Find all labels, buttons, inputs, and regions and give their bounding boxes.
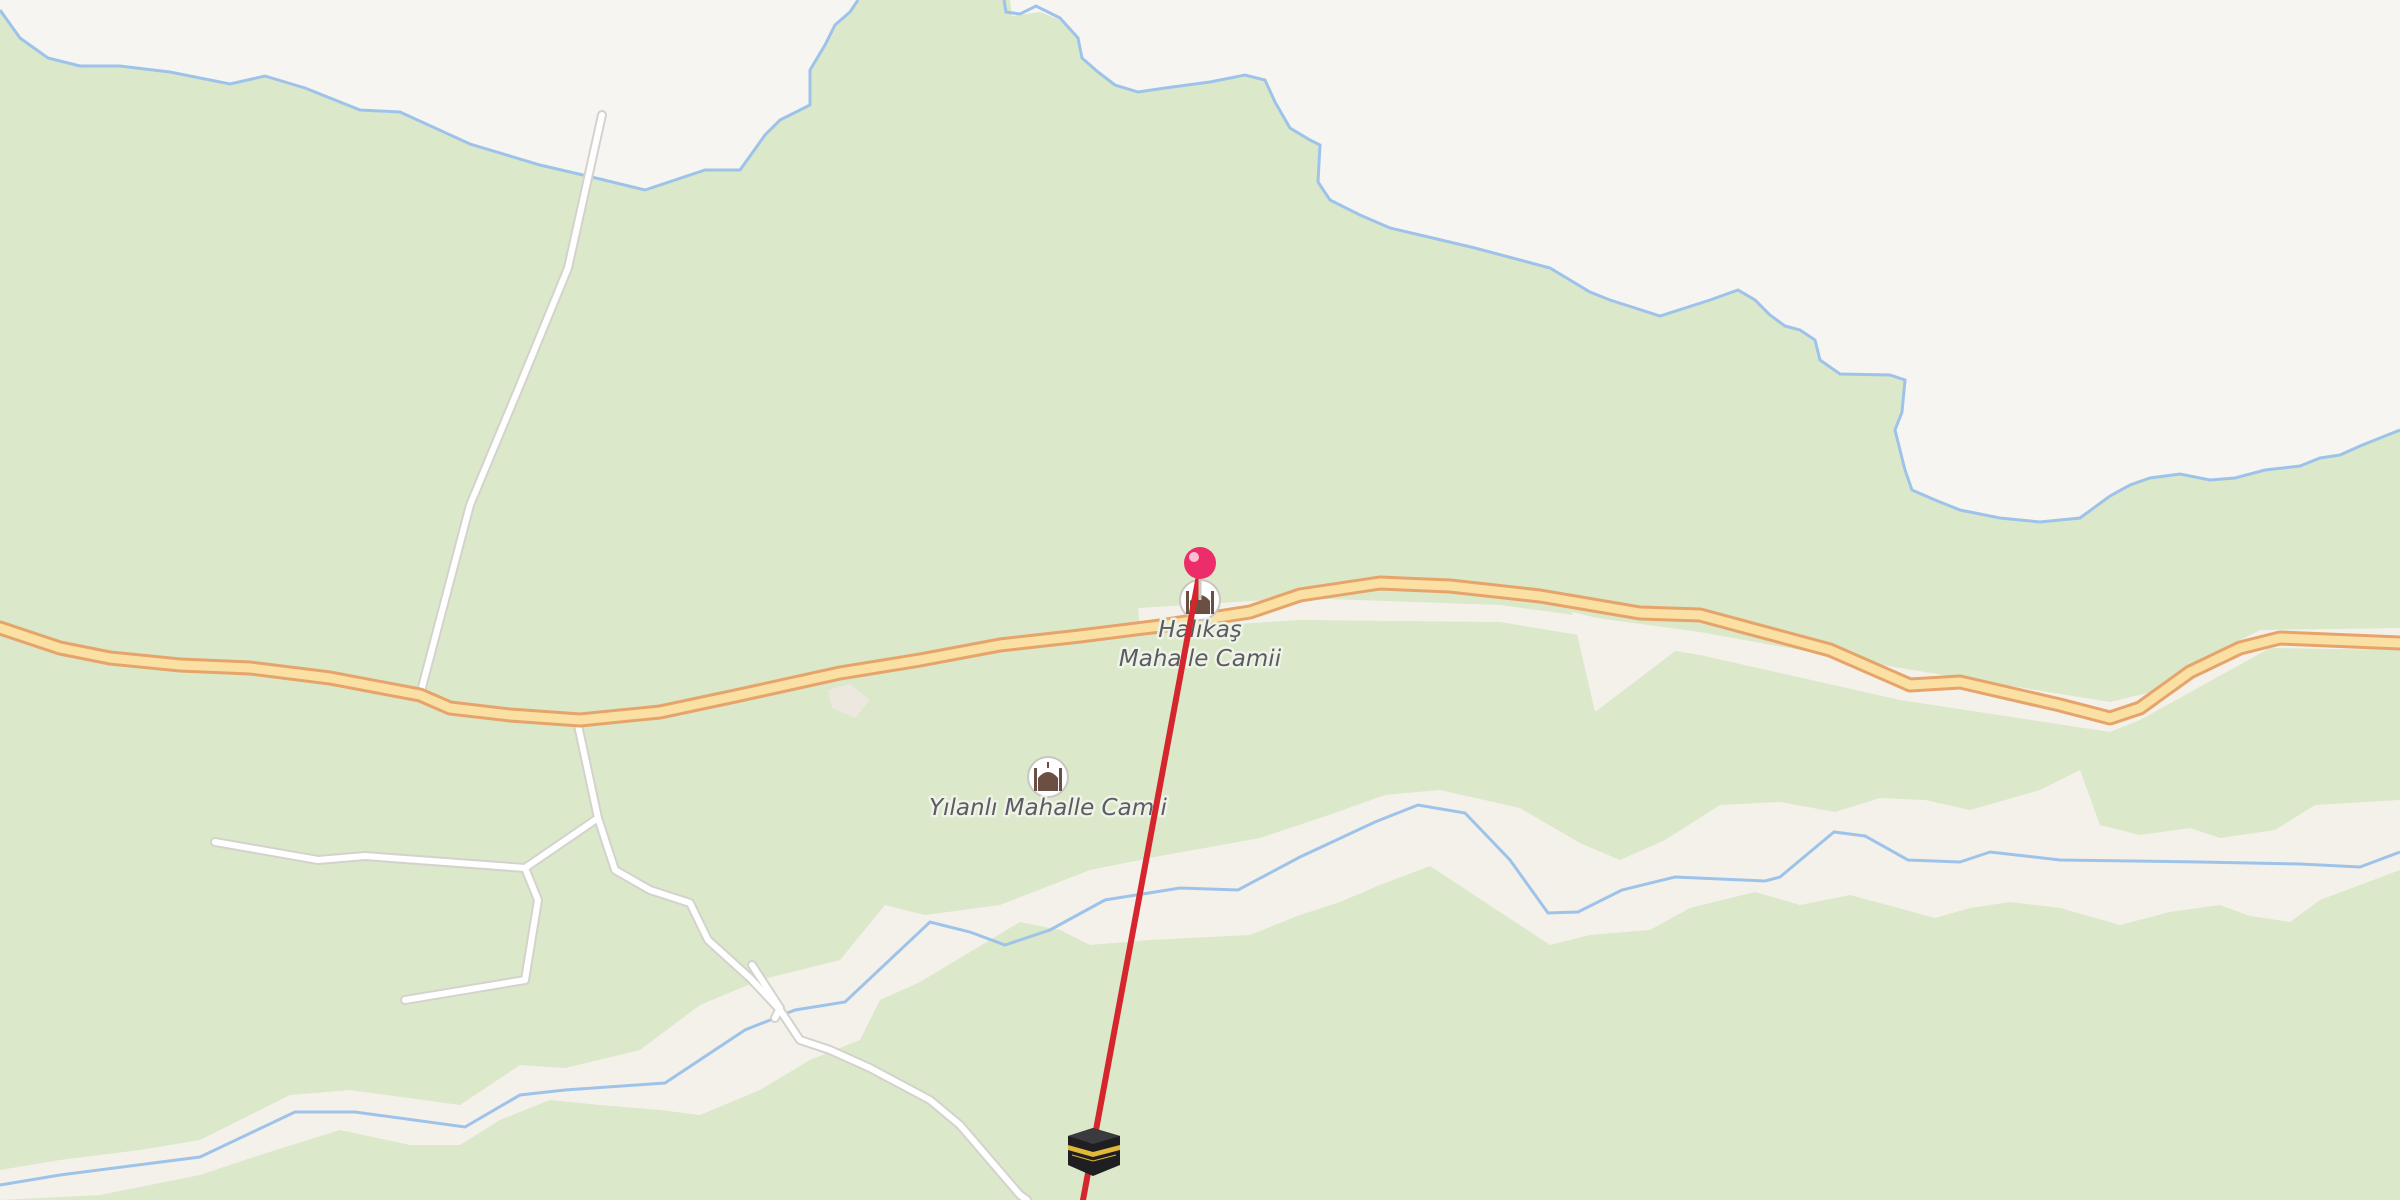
poi-label: Mahalle Camii xyxy=(1119,646,1282,672)
poi-label: Halıkaş xyxy=(1158,617,1242,643)
poi-label: Yılanlı Mahalle Camii xyxy=(929,795,1167,821)
mosque-icon xyxy=(1027,756,1069,798)
map-canvas[interactable]: Yılanlı Mahalle Camii Halıkaş Mahalle Ca… xyxy=(0,0,2400,1200)
